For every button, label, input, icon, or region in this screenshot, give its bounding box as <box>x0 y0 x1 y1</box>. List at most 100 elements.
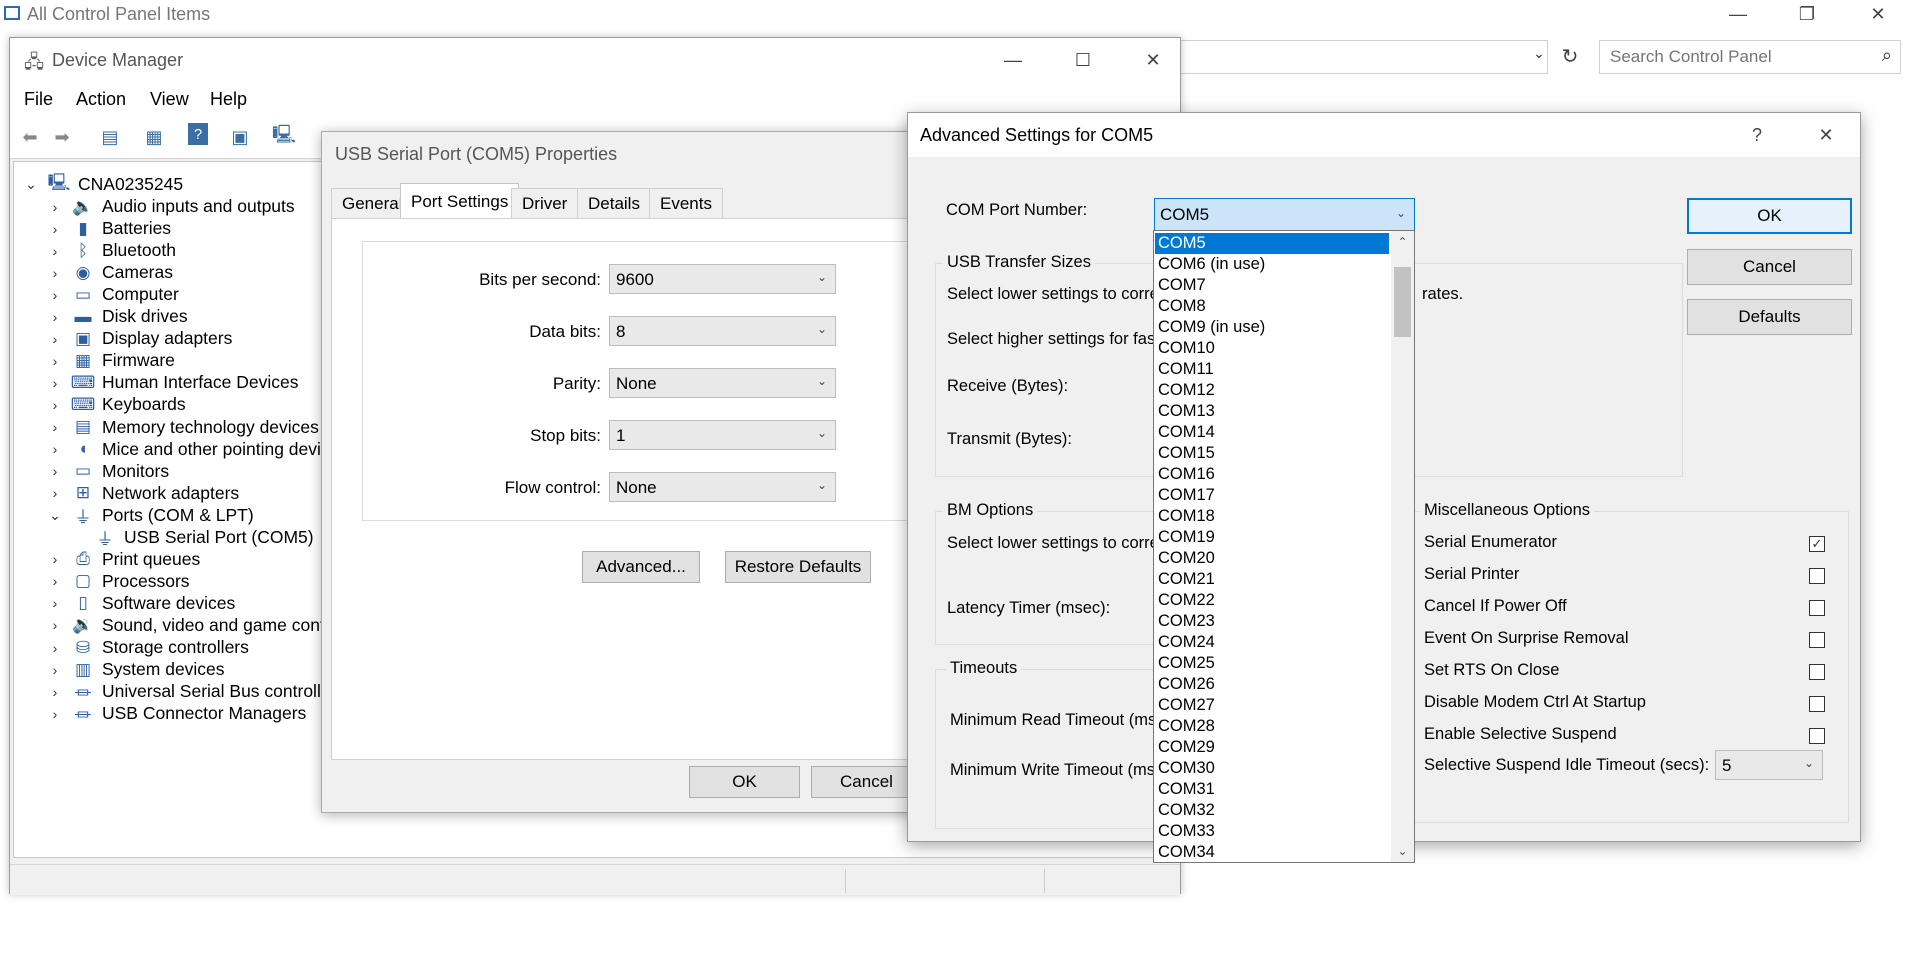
defaults-button[interactable]: Defaults <box>1687 299 1852 335</box>
chevron-right-icon[interactable]: › <box>46 551 64 567</box>
scroll-thumb[interactable] <box>1394 267 1411 337</box>
com-option[interactable]: COM29 <box>1155 737 1389 758</box>
com-option[interactable]: COM8 <box>1155 296 1389 317</box>
com-option[interactable]: COM24 <box>1155 632 1389 653</box>
chevron-right-icon[interactable]: › <box>46 485 64 501</box>
com-option[interactable]: COM19 <box>1155 527 1389 548</box>
tab-details[interactable]: Details <box>577 188 651 219</box>
chevron-right-icon[interactable]: › <box>46 463 64 479</box>
menu-help[interactable]: Help <box>210 89 247 110</box>
tree-item[interactable]: › ⏛ USB Connector Managers <box>46 700 307 727</box>
forward-icon[interactable]: ➡ <box>48 123 76 151</box>
suspend-timeout-select[interactable]: 5 ⌄ <box>1715 750 1823 780</box>
search-icon[interactable]: ⌕ <box>1882 45 1892 66</box>
com-option[interactable]: COM32 <box>1155 800 1389 821</box>
ok-button[interactable]: OK <box>689 766 800 798</box>
com-option[interactable]: COM33 <box>1155 821 1389 842</box>
com-option[interactable]: COM14 <box>1155 422 1389 443</box>
chevron-right-icon[interactable]: › <box>46 353 64 369</box>
com-option[interactable]: COM26 <box>1155 674 1389 695</box>
com-option[interactable]: COM16 <box>1155 464 1389 485</box>
checkbox[interactable] <box>1809 600 1825 616</box>
com-option[interactable]: COM11 <box>1155 359 1389 380</box>
com-option[interactable]: COM9 (in use) <box>1155 317 1389 338</box>
com-option[interactable]: COM27 <box>1155 695 1389 716</box>
chevron-right-icon[interactable]: › <box>46 684 64 700</box>
scroll-down-icon[interactable]: ⌄ <box>1391 844 1414 858</box>
restore-icon[interactable]: ❐ <box>1784 0 1830 28</box>
com-option[interactable]: COM7 <box>1155 275 1389 296</box>
com-option[interactable]: COM6 (in use) <box>1155 254 1389 275</box>
chevron-right-icon[interactable]: › <box>46 221 64 237</box>
field-select[interactable]: 1 ⌄ <box>609 420 836 450</box>
com-option[interactable]: COM12 <box>1155 380 1389 401</box>
checkbox-checked[interactable]: ✓ <box>1809 536 1825 552</box>
com-option[interactable]: COM22 <box>1155 590 1389 611</box>
checkbox[interactable] <box>1809 568 1825 584</box>
chevron-right-icon[interactable]: › <box>46 617 64 633</box>
chevron-right-icon[interactable]: › <box>46 375 64 391</box>
ok-button[interactable]: OK <box>1687 198 1852 234</box>
chevron-down-icon[interactable]: ⌄ <box>22 176 40 193</box>
chevron-right-icon[interactable]: › <box>46 243 64 259</box>
com-option[interactable]: COM15 <box>1155 443 1389 464</box>
search-box[interactable]: ⌕ <box>1599 40 1901 74</box>
help-icon[interactable]: ? <box>188 123 208 145</box>
com-option[interactable]: COM30 <box>1155 758 1389 779</box>
maximize-icon[interactable]: ☐ <box>1060 46 1106 74</box>
chevron-right-icon[interactable]: › <box>46 287 64 303</box>
tab-driver[interactable]: Driver <box>511 188 579 219</box>
chevron-right-icon[interactable]: › <box>46 573 64 589</box>
chevron-right-icon[interactable]: › <box>46 331 64 347</box>
close-icon[interactable]: ✕ <box>1803 121 1849 149</box>
com-port-select[interactable]: COM5 ⌄ <box>1154 198 1415 231</box>
back-icon[interactable]: ⬅ <box>16 123 44 151</box>
menu-action[interactable]: Action <box>76 89 126 110</box>
chevron-down-icon[interactable]: ⌄ <box>1527 45 1551 62</box>
checkbox[interactable] <box>1809 696 1825 712</box>
update-view-icon[interactable]: ▣ <box>226 123 254 151</box>
com-option[interactable]: COM5 <box>1155 233 1389 254</box>
checkbox[interactable] <box>1809 632 1825 648</box>
menu-view[interactable]: View <box>150 89 189 110</box>
com-option[interactable]: COM13 <box>1155 401 1389 422</box>
chevron-right-icon[interactable]: › <box>46 265 64 281</box>
com-option[interactable]: COM21 <box>1155 569 1389 590</box>
restore-defaults-button[interactable]: Restore Defaults <box>725 551 871 583</box>
com-option[interactable]: COM23 <box>1155 611 1389 632</box>
cancel-button[interactable]: Cancel <box>811 766 922 798</box>
menu-file[interactable]: File <box>24 89 53 110</box>
properties-icon[interactable]: ▦ <box>140 123 168 151</box>
com-option[interactable]: COM18 <box>1155 506 1389 527</box>
chevron-right-icon[interactable]: › <box>46 441 64 457</box>
field-select[interactable]: 8 ⌄ <box>609 316 836 346</box>
checkbox[interactable] <box>1809 728 1825 744</box>
cancel-button[interactable]: Cancel <box>1687 249 1852 285</box>
chevron-right-icon[interactable]: › <box>46 309 64 325</box>
field-select[interactable]: 9600 ⌄ <box>609 264 836 294</box>
com-list-scrollbar[interactable]: ⌃ ⌄ <box>1391 231 1414 862</box>
com-option[interactable]: COM31 <box>1155 779 1389 800</box>
refresh-icon[interactable]: ↻ <box>1552 40 1588 72</box>
chevron-right-icon[interactable]: › <box>46 199 64 215</box>
minimize-icon[interactable]: — <box>1715 0 1761 28</box>
field-select[interactable]: None ⌄ <box>609 472 836 502</box>
help-icon[interactable]: ? <box>1734 121 1780 149</box>
advanced-button[interactable]: Advanced... <box>582 551 700 583</box>
com-option[interactable]: COM34 <box>1155 842 1389 862</box>
chevron-right-icon[interactable]: › <box>46 397 64 413</box>
chevron-right-icon[interactable]: › <box>46 706 64 722</box>
scroll-up-icon[interactable]: ⌃ <box>1391 235 1414 249</box>
com-option[interactable]: COM20 <box>1155 548 1389 569</box>
com-option[interactable]: COM28 <box>1155 716 1389 737</box>
address-bar[interactable]: ⌄ <box>1180 40 1548 74</box>
com-option[interactable]: COM25 <box>1155 653 1389 674</box>
chevron-down-icon[interactable]: ⌄ <box>46 507 64 524</box>
chevron-right-icon[interactable]: › <box>46 640 64 656</box>
search-input[interactable] <box>1608 42 1852 72</box>
scan-hardware-icon[interactable]: 🖳 <box>270 123 298 151</box>
close-icon[interactable]: ✕ <box>1130 46 1176 74</box>
com-option[interactable]: COM10 <box>1155 338 1389 359</box>
field-select[interactable]: None ⌄ <box>609 368 836 398</box>
minimize-icon[interactable]: — <box>990 46 1036 74</box>
